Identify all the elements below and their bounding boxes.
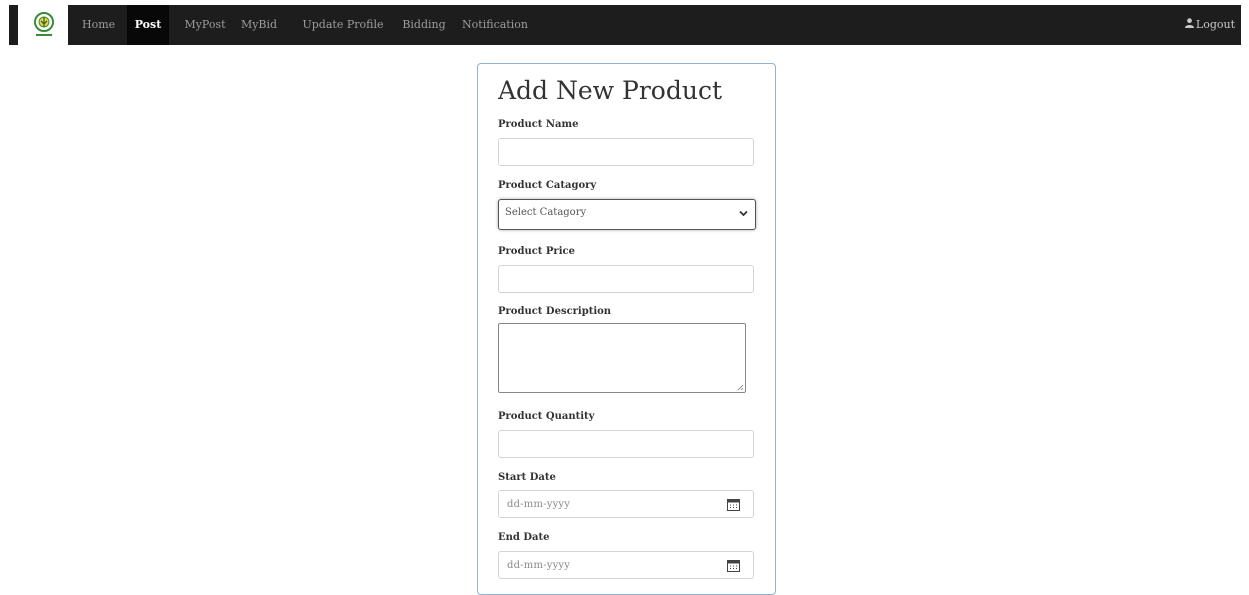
- product-description-label: Product Description: [498, 306, 612, 317]
- end-date-placeholder: dd-mm-yyyy: [507, 560, 571, 571]
- product-quantity-label: Product Quantity: [498, 411, 595, 422]
- product-description-textarea[interactable]: [498, 323, 746, 393]
- product-category-label: Product Catagory: [498, 180, 597, 191]
- start-date-input[interactable]: dd-mm-yyyy: [498, 490, 754, 518]
- nav-post[interactable]: Post: [127, 5, 169, 45]
- calendar-icon[interactable]: [727, 498, 740, 511]
- brand-logo[interactable]: [18, 5, 68, 45]
- logout-label: Logout: [1195, 18, 1235, 31]
- start-date-placeholder: dd-mm-yyyy: [507, 499, 571, 510]
- add-product-panel: Add New Product Product Name Product Cat…: [477, 63, 776, 595]
- nav-update-profile[interactable]: Update Profile: [289, 5, 397, 45]
- product-category-select[interactable]: Select Catagory: [498, 199, 756, 230]
- category-selected-value: Select Catagory: [505, 207, 587, 218]
- calendar-icon[interactable]: [727, 559, 740, 572]
- nav-notification[interactable]: Notification: [459, 5, 531, 45]
- end-date-input[interactable]: dd-mm-yyyy: [498, 551, 754, 579]
- nav-home[interactable]: Home: [82, 5, 115, 45]
- product-quantity-input[interactable]: [498, 430, 754, 458]
- logout-link[interactable]: Logout: [1184, 5, 1235, 45]
- product-price-input[interactable]: [498, 265, 754, 293]
- resize-grip-icon[interactable]: [737, 384, 744, 391]
- product-price-label: Product Price: [498, 246, 575, 257]
- end-date-label: End Date: [498, 532, 550, 543]
- top-navbar: Home Post MyPost MyBid Update Profile Bi…: [9, 5, 1241, 45]
- page-title: Add New Product: [498, 76, 722, 105]
- start-date-label: Start Date: [498, 472, 556, 483]
- nav-mypost[interactable]: MyPost: [181, 5, 229, 45]
- product-name-label: Product Name: [498, 119, 579, 130]
- user-icon: [1184, 5, 1194, 45]
- nav-mybid[interactable]: MyBid: [239, 5, 279, 45]
- product-name-input[interactable]: [498, 138, 754, 166]
- nav-bidding[interactable]: Bidding: [399, 5, 449, 45]
- leaf-logo-icon: [34, 12, 54, 36]
- chevron-down-icon: [739, 210, 748, 217]
